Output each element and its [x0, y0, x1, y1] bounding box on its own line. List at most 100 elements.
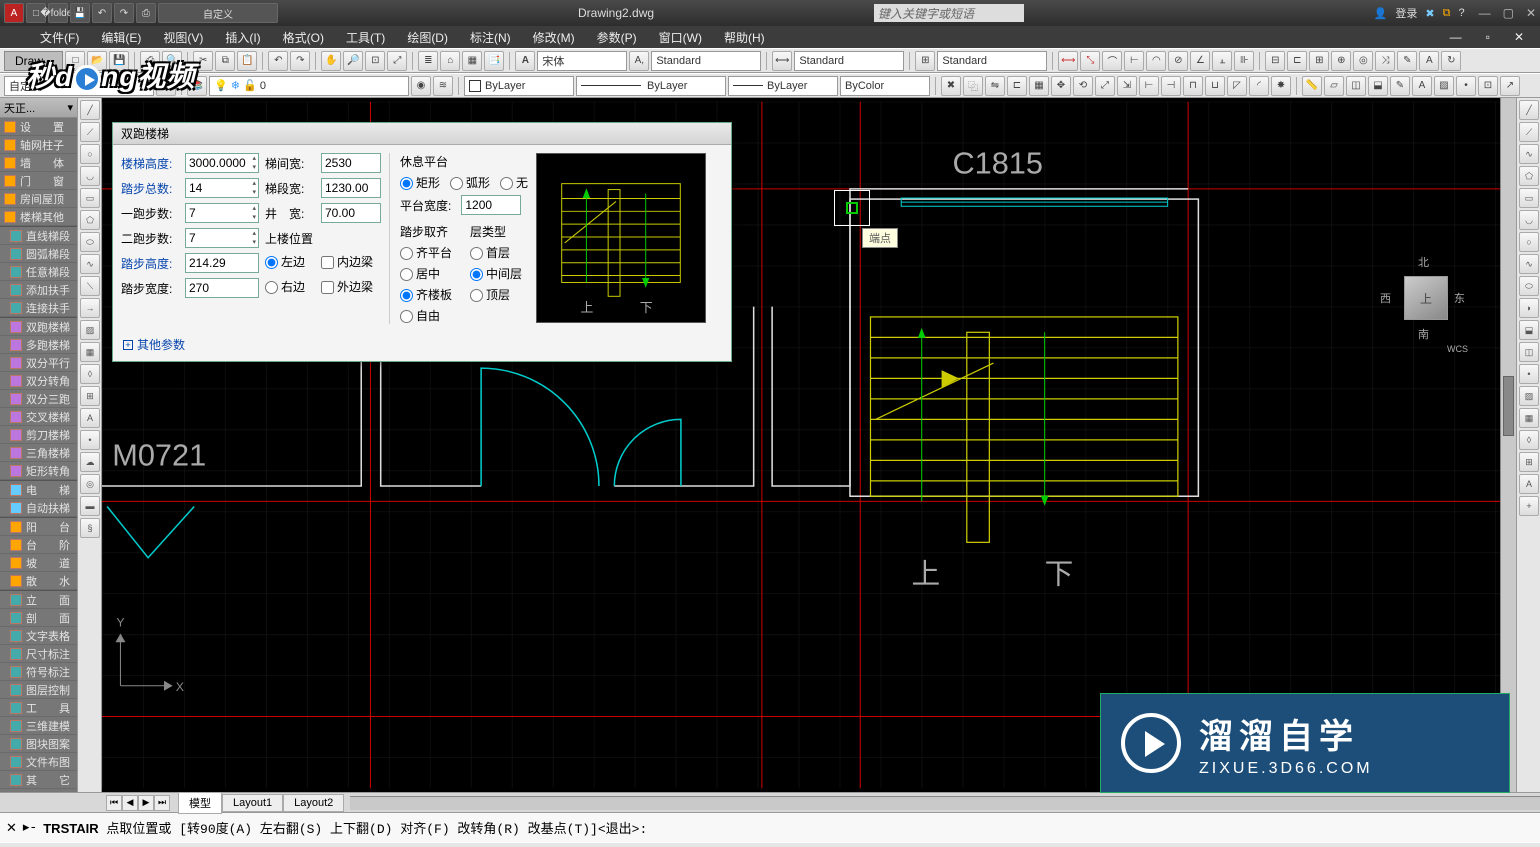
dim-tol-icon[interactable]: ⊞	[1309, 51, 1329, 71]
tb-preview-icon[interactable]: 🔍	[162, 51, 182, 71]
ws-settings-icon[interactable]: ⚙	[156, 76, 176, 96]
tz-item[interactable]: 帮助演示	[0, 789, 77, 792]
tz-item[interactable]: 墙 体	[0, 154, 77, 172]
tz-item[interactable]: 工 具	[0, 699, 77, 717]
tz-item[interactable]: 自动扶梯	[0, 499, 77, 517]
tb-dimstyle-icon[interactable]: ⟷	[772, 51, 792, 71]
help-search-input[interactable]: 键入关键字或短语	[874, 4, 1024, 22]
menu-param[interactable]: 参数(P)	[587, 27, 647, 48]
tz-item[interactable]: 图层控制	[0, 681, 77, 699]
menu-view[interactable]: 视图(V)	[153, 27, 213, 48]
doc-minimize-icon[interactable]: —	[1440, 28, 1472, 46]
tz-item[interactable]: 矩形转角	[0, 462, 77, 480]
tz-item[interactable]: 尺寸标注	[0, 645, 77, 663]
tz-item[interactable]: 连接扶手	[0, 299, 77, 317]
layer-match-icon[interactable]: ≋	[433, 76, 453, 96]
tz-item[interactable]: 文字表格	[0, 627, 77, 645]
v-xline-icon[interactable]: ⟋	[1519, 122, 1539, 142]
linetype-dropdown[interactable]: ByLayer	[576, 76, 726, 96]
v-pt2-icon[interactable]: •	[1519, 364, 1539, 384]
print-icon[interactable]: ⎙	[136, 3, 156, 23]
input-step-w[interactable]: 270	[185, 278, 259, 298]
menu-edit[interactable]: 编辑(E)	[91, 27, 151, 48]
polygon-icon[interactable]: ⬠	[80, 210, 100, 230]
radio-floor-mid[interactable]: 中间层	[470, 265, 522, 282]
hatch2-icon[interactable]: ▨	[80, 320, 100, 340]
dim-edit-icon[interactable]: ✎	[1397, 51, 1417, 71]
tb-zoomwin-icon[interactable]: ⊡	[365, 51, 385, 71]
tb-plot-icon[interactable]: ⎙	[140, 51, 160, 71]
radio-rest-rect[interactable]: 矩形	[400, 174, 440, 191]
dim-break-icon[interactable]: ⊏	[1287, 51, 1307, 71]
tb-mtext-icon[interactable]: A	[515, 51, 535, 71]
v-make-icon[interactable]: ◫	[1519, 342, 1539, 362]
lineweight-dropdown[interactable]: ByLayer	[728, 76, 838, 96]
spline-icon[interactable]: ∿	[80, 254, 100, 274]
vertical-scrollbar[interactable]	[1500, 98, 1516, 792]
dim-arc-icon[interactable]: ⌒	[1102, 51, 1122, 71]
tb-undo-icon[interactable]: ↶	[268, 51, 288, 71]
tab-prev-icon[interactable]: ◀	[122, 795, 138, 811]
tz-item[interactable]: 交叉楼梯	[0, 408, 77, 426]
block-make-icon[interactable]: ◫	[1346, 76, 1366, 96]
dim-base-icon[interactable]: ⫠	[1212, 51, 1232, 71]
cmd-toggle-icon[interactable]: ✕	[6, 820, 17, 836]
tz-item[interactable]: 双分三跑	[0, 390, 77, 408]
tz-item[interactable]: 散 水	[0, 572, 77, 590]
v-rect-icon[interactable]: ▭	[1519, 188, 1539, 208]
v-grad-icon[interactable]: ▦	[1519, 408, 1539, 428]
mod-erase-icon[interactable]: ✖	[941, 76, 961, 96]
arc-icon[interactable]: ◡	[80, 166, 100, 186]
radio-floor-top[interactable]: 顶层	[470, 286, 522, 303]
revcloud-icon[interactable]: ☁	[80, 452, 100, 472]
v-tbl-icon[interactable]: ⊞	[1519, 452, 1539, 472]
layer-props-icon[interactable]: 📚	[187, 76, 207, 96]
v-pline-icon[interactable]: ∿	[1519, 144, 1539, 164]
mod-stretch-icon[interactable]: ⇲	[1117, 76, 1137, 96]
tz-item[interactable]: 其 它	[0, 771, 77, 789]
block-insert-icon[interactable]: ⬓	[1368, 76, 1388, 96]
save-icon[interactable]: 💾	[70, 3, 90, 23]
tb-tstyle-icon[interactable]: A,	[629, 51, 649, 71]
check-outer-beam[interactable]: 外边梁	[321, 278, 381, 298]
workspace-selector[interactable]: 自定义	[4, 76, 154, 96]
tb-open-icon[interactable]: 📂	[87, 51, 107, 71]
tb-pan-icon[interactable]: ✋	[321, 51, 341, 71]
line-icon[interactable]: ╱	[80, 100, 100, 120]
plotstyle-dropdown[interactable]: ByColor	[840, 76, 930, 96]
pline-icon[interactable]: ⟋	[80, 122, 100, 142]
ray-icon[interactable]: →	[80, 298, 100, 318]
tb-redo-icon[interactable]: ↷	[290, 51, 310, 71]
tz-item[interactable]: 坡 道	[0, 554, 77, 572]
command-line[interactable]: ✕ ▸- TRSTAIR 点取位置或 [转90度(A) 左右翻(S) 上下翻(D…	[0, 812, 1540, 842]
circle-icon[interactable]: ○	[80, 144, 100, 164]
input-well[interactable]: 70.00	[321, 203, 381, 223]
radio-align-board[interactable]: 齐楼板	[400, 286, 452, 303]
dim-dia-icon[interactable]: ⊘	[1168, 51, 1188, 71]
v-line-icon[interactable]: ╱	[1519, 100, 1539, 120]
dim-update-icon[interactable]: ↻	[1441, 51, 1461, 71]
dim-rad-icon[interactable]: ◠	[1146, 51, 1166, 71]
point-icon[interactable]: •	[1456, 76, 1476, 96]
tb-tp-icon[interactable]: ▦	[462, 51, 482, 71]
cloud-icon[interactable]: ⧉	[1443, 7, 1451, 20]
mod-mirror-icon[interactable]: ⇋	[985, 76, 1005, 96]
mod-copy-icon[interactable]: ⿻	[963, 76, 983, 96]
block-edit-icon[interactable]: ✎	[1390, 76, 1410, 96]
menu-format[interactable]: 格式(O)	[273, 27, 334, 48]
radio-align-free[interactable]: 自由	[400, 307, 452, 324]
maximize-icon[interactable]: ▢	[1503, 6, 1514, 20]
mtext2-icon[interactable]: A	[80, 408, 100, 428]
radio-align-mid[interactable]: 居中	[400, 265, 452, 282]
mod-extend-icon[interactable]: ⊣	[1161, 76, 1181, 96]
tb-copy-icon[interactable]: ⧉	[215, 51, 235, 71]
tz-item[interactable]: 图块图案	[0, 735, 77, 753]
v-reg-icon[interactable]: ◊	[1519, 430, 1539, 450]
input-gap[interactable]: 2530	[321, 153, 381, 173]
region-icon[interactable]: ◊	[80, 364, 100, 384]
menu-help[interactable]: 帮助(H)	[714, 27, 775, 48]
workspace-dropdown[interactable]: 自定义	[158, 3, 278, 23]
tz-item[interactable]: 剪刀楼梯	[0, 426, 77, 444]
mod-array-icon[interactable]: ▦	[1029, 76, 1049, 96]
tz-item[interactable]: 圆弧梯段	[0, 245, 77, 263]
